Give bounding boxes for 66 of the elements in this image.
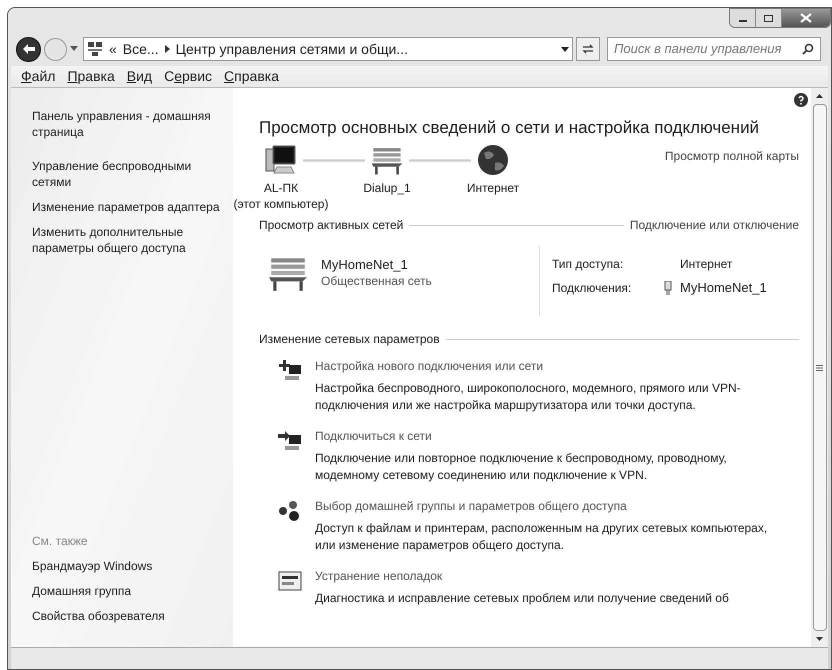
network-connect-icon: [277, 429, 303, 453]
sidebar-link[interactable]: Домашняя группа: [32, 583, 227, 599]
scrollbar[interactable]: [811, 88, 828, 647]
task-link[interactable]: Устранение неполадок: [315, 568, 785, 584]
breadcrumb-overflow[interactable]: «: [109, 38, 117, 60]
search-field[interactable]: Поиск в панели управления: [607, 37, 821, 61]
node-sublabel: (этот компьютер): [234, 196, 328, 212]
see-also-title: См. также: [32, 533, 89, 549]
full-map-link[interactable]: Просмотр полной карты: [664, 147, 799, 212]
sidebar-link[interactable]: Управление беспроводными сетями: [32, 158, 227, 190]
sidebar-link[interactable]: Изменение параметров адаптера: [32, 199, 227, 215]
refresh-icon: [581, 43, 595, 55]
close-icon: [800, 13, 812, 23]
grip-icon: [816, 364, 823, 370]
page-heading: Просмотр основных сведений о сети и настройка подключений: [259, 117, 760, 139]
task-description: Доступ к файлам и принтерам, расположенным на других сетевых компьютерах, или изменение параметров общего доступа.: [315, 520, 768, 554]
connector-line: [409, 159, 471, 162]
menu-item[interactable]: Вид: [122, 66, 156, 87]
breadcrumb[interactable]: Центр управления сетями и общи...: [176, 38, 408, 60]
address-bar[interactable]: « Все... Центр управления сетями и общи...: [83, 37, 573, 61]
network-icon: [87, 41, 103, 57]
node-label[interactable]: Dialup_1: [363, 180, 411, 196]
help-icon[interactable]: [794, 93, 808, 107]
scroll-up-icon[interactable]: [816, 94, 823, 98]
sidebar-link[interactable]: Панель управления - домашняя страница: [32, 108, 227, 140]
menu-item[interactable]: Правка: [63, 66, 119, 87]
task-link[interactable]: Подключиться к сети: [315, 428, 785, 444]
globe-icon: [476, 143, 510, 177]
caret-icon[interactable]: [70, 46, 78, 52]
section-title: Изменение сетевых параметров: [259, 331, 440, 348]
menu-item[interactable]: Справка: [220, 66, 283, 87]
back-arrow-icon: [22, 43, 36, 55]
close-button[interactable]: [782, 9, 830, 27]
menu-item[interactable]: Файл: [17, 66, 60, 87]
task-link[interactable]: Выбор домашней группы и параметров общего доступа: [315, 498, 785, 514]
minimize-button[interactable]: [730, 9, 756, 27]
scroll-down-icon[interactable]: [816, 637, 823, 641]
detail-value: Интернет: [680, 256, 732, 273]
detail-label: Подключения:: [552, 280, 632, 297]
section-title: Просмотр активных сетей: [259, 217, 404, 234]
connection-link[interactable]: MyHomeNet_1: [680, 278, 767, 298]
network-type-link[interactable]: Общественная сеть: [321, 273, 432, 290]
breadcrumb[interactable]: Все...: [122, 38, 159, 60]
task-description: Диагностика и исправление сетевых проблем или получение сведений об: [315, 590, 730, 607]
connect-disconnect-link[interactable]: Подключение или отключение: [630, 216, 799, 234]
task-description: Подключение или повторное подключение к беспроводному, проводному, модемному сетевому соединению или подключение к VPN.: [315, 450, 728, 484]
sidebar-link[interactable]: Брандмауэр Windows: [32, 558, 227, 574]
menu-item[interactable]: Сервис: [160, 66, 216, 87]
dropdown-icon[interactable]: [561, 46, 569, 52]
detail-label: Тип доступа:: [552, 256, 624, 273]
node-label[interactable]: AL-ПК: [264, 180, 298, 196]
back-button[interactable]: [16, 36, 41, 62]
sidebar-link[interactable]: Изменить дополнительные параметры общего доступа: [32, 224, 227, 256]
maximize-button[interactable]: [756, 9, 782, 27]
sidebar-link[interactable]: Свойства обозревателя: [32, 608, 227, 624]
refresh-button[interactable]: [576, 37, 600, 61]
task-description: Настройка беспроводного, широкополосного, модемного, прямого или VPN-подключения или же настройка маршрутизатора или точки доступа.: [315, 380, 742, 414]
plug-icon: [664, 280, 672, 295]
troubleshoot-icon: [277, 569, 303, 593]
network-add-icon: [277, 359, 303, 383]
node-label[interactable]: Интернет: [466, 180, 520, 196]
connector-line: [303, 159, 365, 162]
network-name: MyHomeNet_1: [321, 256, 409, 273]
search-icon[interactable]: [802, 43, 814, 55]
chevron-icon[interactable]: [164, 45, 170, 53]
task-link[interactable]: Настройка нового подключения или сети: [315, 358, 785, 374]
